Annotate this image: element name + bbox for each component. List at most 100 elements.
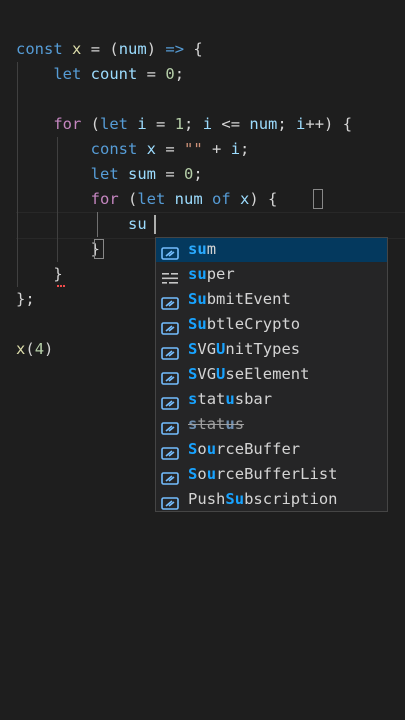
code-token: ( (81, 115, 100, 133)
variable-icon (161, 318, 179, 335)
variable-icon (161, 443, 179, 460)
code-token: i (137, 115, 147, 133)
code-token: of (212, 190, 231, 208)
code-token: = (156, 140, 185, 158)
suggestion-label: SubmitEvent (188, 290, 291, 308)
suggestion-item[interactable]: SubtleCrypto (156, 312, 387, 337)
code-token: x (16, 340, 26, 358)
code-token: { (184, 40, 203, 58)
code-line[interactable]: for (let i = 1; i <= num; i++) { (16, 112, 352, 137)
code-token: su (127, 215, 147, 233)
code-line[interactable]: }; (16, 287, 35, 312)
variable-icon (161, 493, 179, 510)
code-token: 0 (165, 65, 175, 83)
code-line[interactable]: const x = (num) => { (16, 37, 203, 62)
code-token: ( (118, 190, 138, 208)
code-token: let (53, 65, 82, 83)
code-line[interactable]: let count = 0; (16, 62, 184, 87)
code-token: count (90, 65, 138, 83)
suggestion-label: super (188, 265, 235, 283)
suggestion-item[interactable]: SourceBuffer (156, 437, 387, 462)
suggestion-item[interactable]: SVGUseElement (156, 362, 387, 387)
code-token: ( (25, 340, 35, 358)
code-token: ++) { (305, 115, 353, 133)
code-token: ; (193, 165, 203, 183)
suggestion-item[interactable]: SourceBufferList (156, 462, 387, 487)
code-token: num (118, 40, 147, 58)
code-token: ; (184, 115, 203, 133)
code-token: x (146, 140, 157, 158)
code-token: let (137, 190, 166, 208)
variable-icon (161, 368, 179, 385)
code-token: ) { (249, 190, 278, 208)
code-line[interactable]: } (16, 237, 100, 262)
code-token: = ( (81, 40, 119, 58)
suggestion-label: statusbar (188, 390, 273, 408)
suggestion-label: status (188, 415, 245, 433)
keyword-icon (161, 268, 179, 284)
suggestion-item[interactable]: status (156, 412, 387, 437)
bracket-match-open (313, 189, 323, 209)
code-token: for (53, 115, 82, 133)
code-editor[interactable]: const x = (num) => { let count = 0; for … (0, 0, 405, 720)
code-token: } (53, 265, 63, 283)
code-token: num (249, 115, 278, 133)
code-token: => (165, 40, 185, 58)
code-line[interactable]: for (let num of x) { (16, 187, 278, 212)
suggestion-item[interactable]: super (156, 262, 387, 287)
code-token: let (90, 165, 119, 183)
suggestion-item[interactable]: SVGUnitTypes (156, 337, 387, 362)
suggestion-item[interactable]: statusbar (156, 387, 387, 412)
suggestion-item[interactable]: sum (156, 238, 387, 262)
code-line[interactable]: let sum = 0; (16, 162, 203, 187)
variable-icon (161, 468, 179, 485)
variable-icon (161, 418, 179, 435)
suggestion-label: SVGUseElement (188, 365, 310, 383)
variable-icon (161, 343, 179, 360)
code-line[interactable]: x(4) (16, 337, 53, 362)
code-token: ) (44, 340, 54, 358)
code-token: num (174, 190, 203, 208)
suggestion-label: sum (188, 240, 217, 258)
code-token: const (16, 40, 63, 58)
variable-icon (161, 293, 179, 310)
code-line[interactable]: const x = "" + i; (16, 137, 250, 162)
variable-icon (161, 393, 179, 410)
suggestion-item[interactable]: SubmitEvent (156, 287, 387, 312)
code-token: i (296, 115, 306, 133)
suggest-widget[interactable]: sum super SubmitEvent SubtleCrypto SVGUnitTy… (155, 237, 388, 512)
suggestion-label: SVGUnitTypes (188, 340, 301, 358)
code-token: for (90, 190, 119, 208)
code-token: ; (240, 140, 250, 158)
error-squiggle (57, 282, 65, 287)
bracket-match-close (94, 239, 104, 259)
suggestion-item[interactable]: PushSubscription (156, 487, 387, 511)
code-token: sum (128, 165, 156, 183)
code-token: i (230, 140, 241, 158)
code-token: x (72, 40, 82, 58)
suggestion-label: SourceBufferList (188, 465, 338, 483)
code-line[interactable]: } (16, 262, 63, 287)
code-token: 0 (184, 165, 194, 183)
code-token: x (240, 190, 250, 208)
code-line[interactable]: su (16, 212, 147, 237)
code-token: 4 (34, 340, 45, 358)
code-token: }; (16, 290, 35, 308)
code-token: ) (146, 40, 166, 58)
variable-icon (161, 243, 179, 260)
code-token: i (202, 115, 213, 133)
code-token: = (146, 115, 175, 133)
code-token: + (202, 140, 231, 158)
